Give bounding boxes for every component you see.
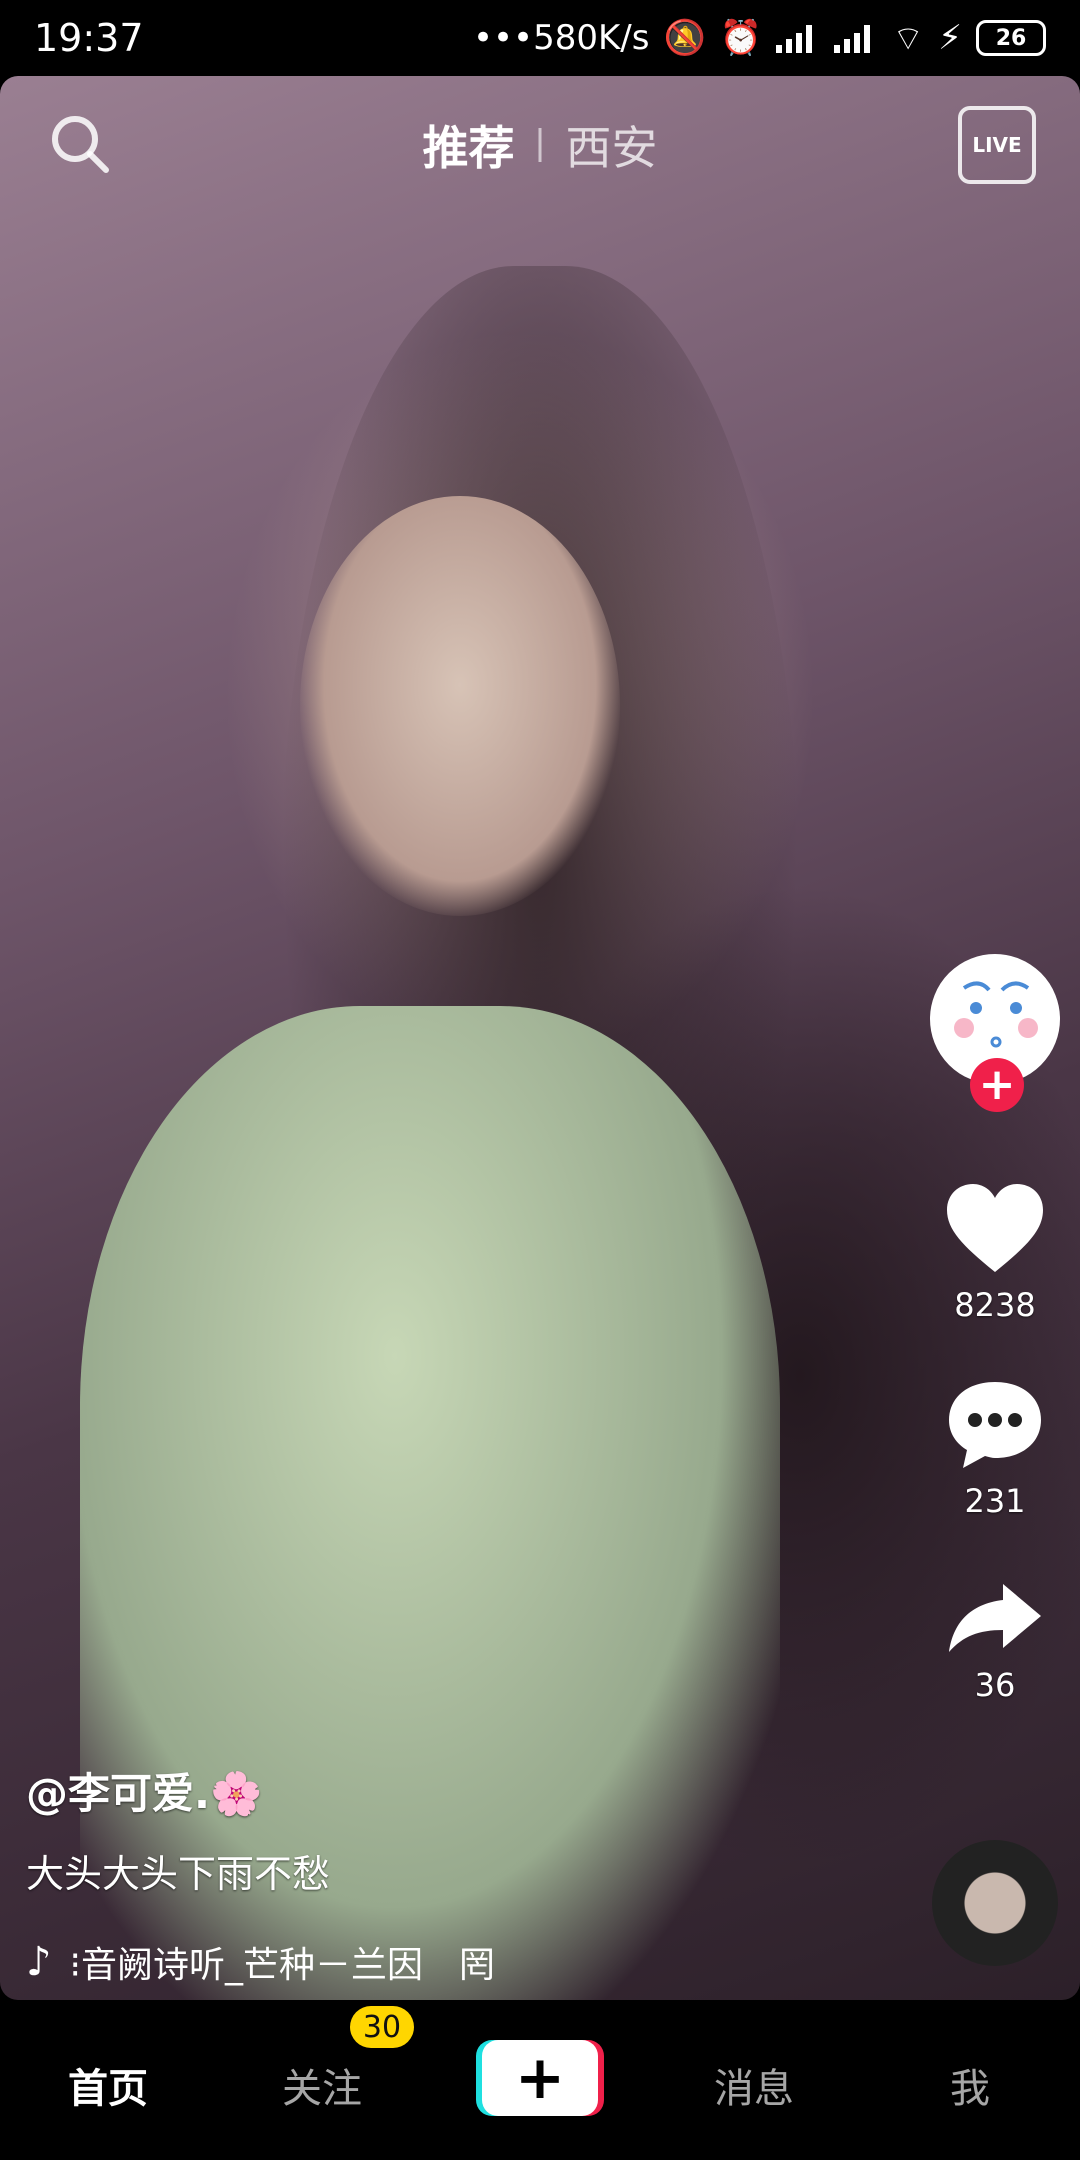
video-caption: @李可爱.🌸 大头大头下雨不愁 ♪ ⁝音阙诗听_芒种－兰因 罔 [26, 1760, 886, 1988]
author-handle[interactable]: @李可爱.🌸 [26, 1760, 886, 1821]
wifi-icon: ⌔ [892, 18, 925, 59]
create-video-button[interactable]: + [482, 2040, 598, 2116]
comment-button[interactable]: 231 [920, 1378, 1070, 1520]
music-info[interactable]: ♪ ⁝音阙诗听_芒种－兰因 罔 [26, 1936, 886, 1988]
like-button[interactable]: 8238 [920, 1180, 1070, 1324]
bottom-nav: 首页 关注 30 + 消息 我 [0, 2000, 1080, 2160]
feed-tabs: 推荐 西安 [423, 112, 658, 178]
top-nav: 推荐 西安 LIVE [0, 100, 1080, 210]
music-disc-icon[interactable] [932, 1840, 1058, 1966]
nav-messages[interactable]: 消息 [714, 2056, 794, 2114]
cellular-signal-2-icon [834, 23, 878, 53]
tab-city[interactable]: 西安 [566, 112, 658, 178]
charging-icon: ⚡ [938, 18, 962, 58]
comment-bubble-icon [949, 1382, 1041, 1468]
video-player[interactable] [0, 76, 1080, 2000]
status-time: 19:37 [34, 16, 144, 60]
nav-home[interactable]: 首页 [68, 2056, 148, 2114]
video-figure-face [300, 496, 620, 916]
music-title: ⁝音阙诗听_芒种－兰因 罔 [69, 1945, 495, 1986]
share-arrow-icon [949, 1584, 1041, 1652]
share-button[interactable]: 36 [920, 1580, 1070, 1704]
nav-following[interactable]: 关注 [282, 2056, 362, 2114]
music-note-icon: ♪ [26, 1939, 52, 1985]
follow-button[interactable]: + [970, 1058, 1024, 1112]
search-icon[interactable] [44, 108, 116, 180]
heart-icon [947, 1184, 1043, 1272]
following-badge: 30 [350, 2006, 414, 2048]
status-bar: 19:37 •••580K/s 🔕 ⏰ ⌔ ⚡ 26 [0, 0, 1080, 76]
live-icon[interactable]: LIVE [958, 106, 1036, 184]
tab-divider [538, 128, 542, 162]
alarm-icon: ⏰ [719, 18, 763, 58]
cellular-signal-icon [776, 23, 820, 53]
share-count: 36 [974, 1666, 1016, 1704]
tab-recommended[interactable]: 推荐 [423, 112, 515, 178]
status-icons: •••580K/s 🔕 ⏰ ⌔ ⚡ 26 [473, 17, 1046, 60]
nav-me[interactable]: 我 [950, 2056, 990, 2114]
video-description: 大头大头下雨不愁 [26, 1852, 331, 1896]
mute-bell-icon: 🔕 [663, 18, 706, 58]
battery-icon: 26 [976, 20, 1046, 56]
network-speed: •••580K/s [472, 18, 650, 58]
like-count: 8238 [954, 1286, 1036, 1324]
comment-count: 231 [964, 1482, 1026, 1520]
